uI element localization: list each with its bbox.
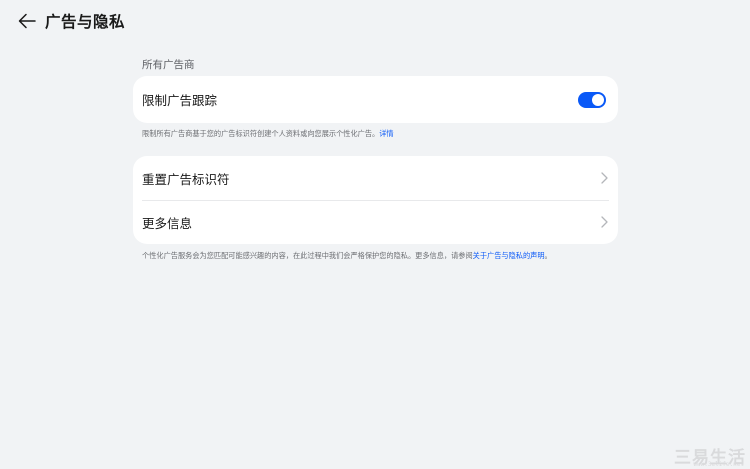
more-info-label: 更多信息	[142, 215, 193, 231]
chevron-right-icon	[600, 172, 608, 184]
chevron-right-icon	[600, 216, 608, 228]
reset-ad-id-row[interactable]: 重置广告标识符	[133, 156, 618, 200]
limit-tracking-label: 限制广告跟踪	[142, 93, 218, 108]
limit-tracking-card: 限制广告跟踪	[133, 76, 618, 123]
limit-tracking-note: 限制所有广告商基于您的广告标识符创建个人资料或向您展示个性化广告。详情	[142, 129, 394, 139]
watermark-logo: 三易生活 www.3elife.net	[660, 443, 746, 468]
details-link[interactable]: 详情	[379, 129, 393, 138]
more-info-row[interactable]: 更多信息	[133, 200, 618, 244]
limit-tracking-toggle[interactable]	[578, 92, 606, 108]
ads-privacy-page: 广告与隐私 所有广告商 限制广告跟踪 限制所有广告商基于您的广告标识符创建个人资…	[0, 0, 750, 469]
footer-note: 个性化广告服务会为您匹配可能感兴趣的内容，在此过程中我们会严格保护您的隐私。更多…	[142, 251, 552, 261]
footer-note-suffix: 。	[544, 251, 552, 260]
limit-tracking-note-text: 限制所有广告商基于您的广告标识符创建个人资料或向您展示个性化广告。	[142, 129, 380, 138]
page-title: 广告与隐私	[45, 13, 126, 31]
section-label: 所有广告商	[142, 59, 195, 71]
watermark-sub: www.3elife.net	[693, 461, 744, 468]
reset-ad-id-label: 重置广告标识符	[142, 171, 230, 187]
back-button[interactable]	[14, 8, 40, 34]
limit-tracking-row[interactable]: 限制广告跟踪	[133, 76, 618, 123]
toggle-knob	[592, 94, 604, 106]
arrow-left-icon	[18, 13, 36, 29]
ads-privacy-statement-link[interactable]: 关于广告与隐私的声明	[473, 251, 545, 260]
options-card: 重置广告标识符 更多信息	[133, 156, 618, 244]
footer-note-text: 个性化广告服务会为您匹配可能感兴趣的内容，在此过程中我们会严格保护您的隐私。更多…	[142, 251, 473, 260]
header: 广告与隐私	[0, 0, 750, 42]
